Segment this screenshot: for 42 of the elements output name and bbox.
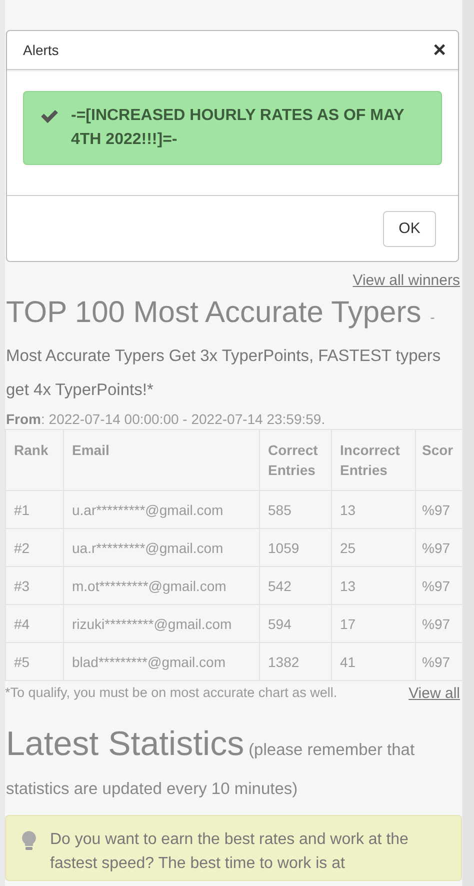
lightbulb-icon: [22, 831, 36, 851]
table-cell: #3: [6, 566, 64, 604]
table-cell: rizuki*********@gmail.com: [64, 604, 260, 642]
title-dash: -: [430, 309, 435, 325]
table-cell: 41: [332, 642, 416, 680]
column-header: Correct Entries: [260, 430, 332, 490]
column-header: Rank: [6, 430, 64, 490]
column-header: Email: [64, 430, 260, 490]
statistics-title: Latest Statistics: [6, 725, 244, 763]
close-button[interactable]: ×: [433, 40, 446, 60]
section-title: TOP 100 Most Accurate Typers: [6, 296, 422, 329]
table-cell: #5: [6, 642, 64, 680]
table-cell: #1: [6, 490, 64, 528]
footnote-text: *To qualify, you must be on most accurate chart as well.: [5, 685, 338, 702]
subtitle-text: Most Accurate Typers Get 3x TyperPoints, FASTEST typers get 4x TyperPoints!*: [6, 346, 442, 401]
alert-text: -=[INCREASED HOURLY RATES AS OF MAY 4TH 2022!!!]=-: [71, 106, 405, 150]
table-cell: 13: [332, 566, 416, 604]
statistics-note: statistics are updated every 10 minutes): [6, 779, 299, 800]
table-cell: u.ar*********@gmail.com: [64, 490, 260, 528]
date-range-text: From: 2022-07-14 00:00:00 - 2022-07-14 23:59:59.: [6, 411, 326, 427]
view-all-winners-link[interactable]: View all winners: [352, 272, 460, 289]
table-cell: m.ot*********@gmail.com: [64, 566, 260, 604]
table-cell: 585: [260, 490, 332, 528]
table-cell: 25: [332, 528, 416, 566]
dialog-title: Alerts: [23, 42, 59, 58]
table-cell: #4: [6, 604, 64, 642]
checkmark-icon: [40, 109, 59, 124]
ok-button[interactable]: OK: [383, 210, 436, 246]
table-cell: 1059: [260, 528, 332, 566]
table-cell: #2: [6, 528, 64, 566]
table-cell: 17: [332, 604, 416, 642]
table-cell: blad*********@gmail.com: [64, 642, 260, 680]
table-cell: 542: [260, 566, 332, 604]
scrollbar[interactable]: [463, 0, 474, 886]
view-all-link[interactable]: View all: [408, 685, 460, 702]
table-cell: 13: [332, 490, 416, 528]
tip-text: Do you want to earn the best rates and work at the fastest speed? The best time to work is at: [50, 830, 410, 874]
table-cell: 594: [260, 604, 332, 642]
column-header: Incorrect Entries: [332, 430, 416, 490]
table-cell: 1382: [260, 642, 332, 680]
table-cell: ua.r*********@gmail.com: [64, 528, 260, 566]
statistics-note: (please remember that: [248, 741, 415, 759]
